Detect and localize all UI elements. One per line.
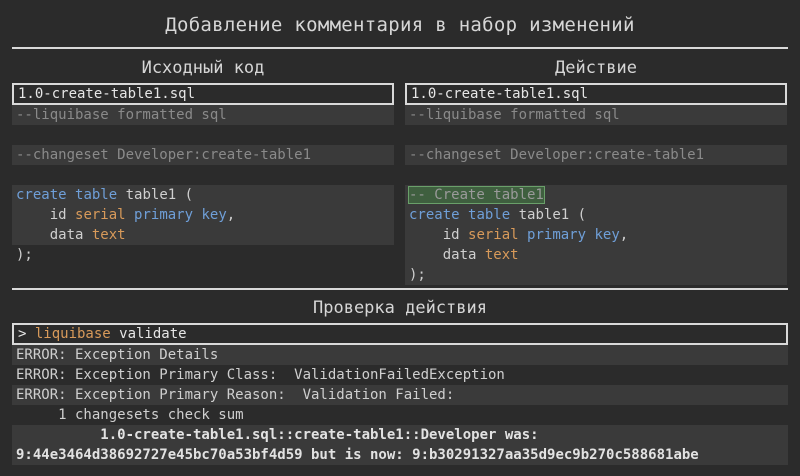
command-name: liquibase: [34, 326, 111, 342]
comma: ,: [619, 227, 629, 243]
kw-primary: primary: [134, 207, 194, 223]
kw-key: key: [201, 207, 227, 223]
page-title: Добавление комментария в набор изменений: [165, 14, 635, 36]
validation-console: > liquibase validate ERROR: Exception De…: [12, 323, 788, 465]
action-line-data: data text: [405, 245, 787, 265]
table-name: table1 (: [117, 187, 194, 203]
added-comment: -- Create table1: [408, 186, 545, 204]
output-line-2: ERROR: Exception Primary Class: Validati…: [16, 367, 505, 383]
output-line-3: ERROR: Exception Primary Reason: Validat…: [12, 385, 788, 405]
col-id: id: [409, 227, 469, 243]
source-line-close: );: [16, 247, 33, 263]
action-pane: 1.0-create-table1.sql --liquibase format…: [405, 83, 787, 285]
type-text: text: [91, 227, 126, 243]
source-pane: 1.0-create-table1.sql --liquibase format…: [12, 83, 394, 265]
validation-heading: Проверка действия: [313, 298, 487, 318]
source-heading: Исходный код: [141, 58, 265, 78]
col-data: data: [409, 247, 485, 263]
comma: ,: [226, 207, 236, 223]
kw-create: create: [16, 187, 67, 203]
source-line-data: data text: [12, 225, 394, 245]
source-line-blank-1: [12, 125, 394, 145]
source-line-blank-2: [12, 165, 394, 185]
prompt-symbol: >: [18, 326, 35, 342]
source-line-3: --changeset Developer:create-table1: [12, 145, 394, 165]
type-text: text: [484, 247, 519, 263]
action-line-id: id serial primary key,: [405, 225, 787, 245]
output-line-6: 9:44e3464d38692727e45bc70a53bf4d59 but i…: [12, 445, 788, 465]
kw-table: table: [468, 207, 511, 223]
action-line-comment: -- Create table1: [405, 185, 787, 205]
table-name: table1 (: [510, 207, 587, 223]
source-line-id: id serial primary key,: [12, 205, 394, 225]
command-line[interactable]: > liquibase validate: [12, 323, 788, 345]
command-arg: validate: [110, 326, 187, 342]
kw-table: table: [75, 187, 118, 203]
action-line-blank-2: [405, 165, 787, 185]
source-filename: 1.0-create-table1.sql: [12, 83, 394, 105]
divider-middle: [12, 288, 788, 290]
type-serial: serial: [75, 207, 126, 223]
output-line-4: 1 changesets check sum: [16, 407, 244, 423]
action-line-blank-1: [405, 125, 787, 145]
action-line-1: --liquibase formatted sql: [405, 105, 787, 125]
source-line-1: --liquibase formatted sql: [12, 105, 394, 125]
col-id: id: [16, 207, 76, 223]
output-line-1: ERROR: Exception Details: [12, 345, 788, 365]
kw-create: create: [409, 207, 460, 223]
kw-key: key: [594, 227, 620, 243]
action-line-3: --changeset Developer:create-table1: [405, 145, 787, 165]
col-data: data: [16, 227, 92, 243]
action-heading: Действие: [555, 58, 637, 78]
kw-primary: primary: [527, 227, 587, 243]
output-line-5: 1.0-create-table1.sql::create-table1::De…: [12, 425, 788, 445]
divider-top: [12, 47, 788, 49]
type-serial: serial: [468, 227, 519, 243]
action-line-close: );: [405, 265, 787, 285]
action-filename: 1.0-create-table1.sql: [405, 83, 787, 105]
action-line-create: create table table1 (: [405, 205, 787, 225]
source-line-create: create table table1 (: [12, 185, 394, 205]
